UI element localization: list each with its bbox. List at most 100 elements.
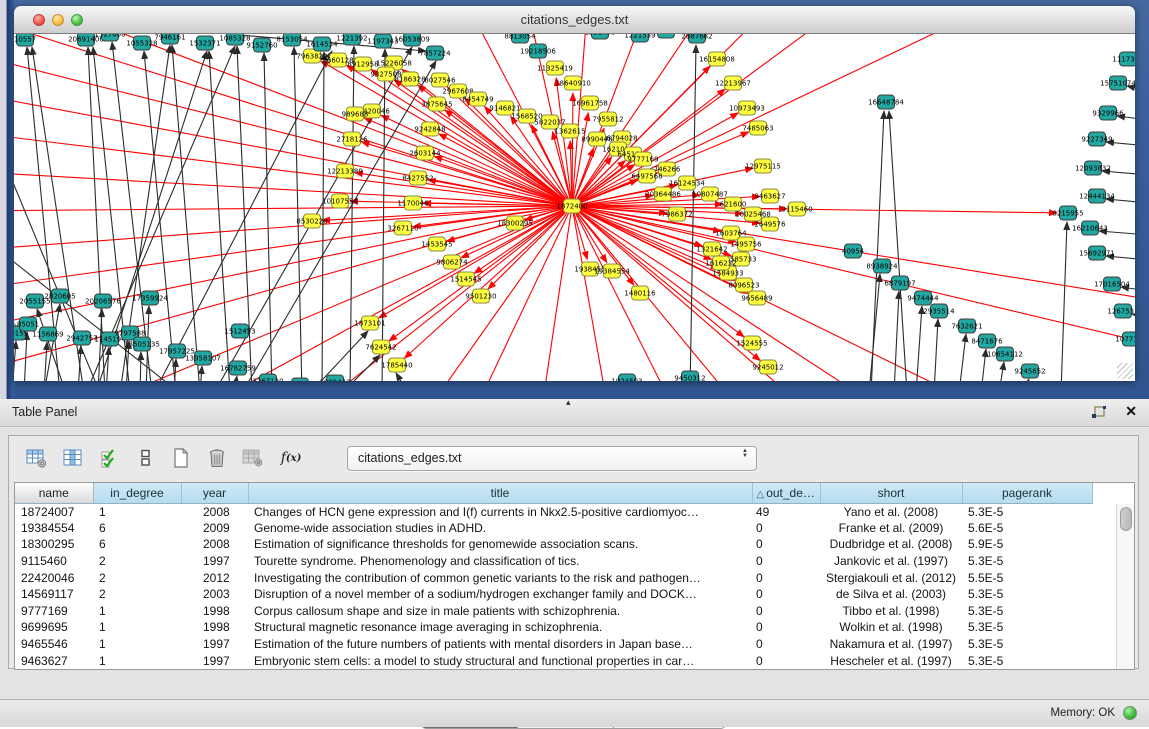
table-selector-dropdown[interactable]: citations_edges.txt▲▼ (347, 446, 757, 471)
graph-node-teal[interactable]: 9474444 (907, 291, 939, 305)
cell-pagerank[interactable]: 5.3E-5 (962, 652, 1092, 669)
table-row[interactable]: 946554611997Estimation of the future num… (15, 636, 1134, 653)
cell-out_de[interactable]: 0 (752, 520, 820, 537)
cell-in_degree[interactable]: 2 (93, 569, 181, 586)
graph-node-yellow[interactable]: 1785440 (381, 358, 412, 372)
column-header-out_de[interactable]: △out_de… (752, 483, 820, 503)
cell-in_degree[interactable]: 1 (93, 652, 181, 669)
network-window-titlebar[interactable]: citations_edges.txt (14, 6, 1135, 34)
cell-short[interactable]: Hescheler et al. (1997) (820, 652, 962, 669)
cell-short[interactable]: Dudbridge et al. (2008) (820, 536, 962, 553)
delete-column-button[interactable] (204, 445, 230, 471)
cell-in_degree[interactable]: 1 (93, 503, 181, 520)
column-header-title[interactable]: title (248, 483, 752, 503)
graph-edge[interactable] (14, 206, 572, 211)
graph-edge[interactable] (234, 376, 237, 381)
cell-pagerank[interactable]: 5.5E-5 (962, 569, 1092, 586)
graph-edge[interactable] (14, 206, 572, 331)
network-graph[interactable]: 7963822966012889129581522605893275088186… (14, 34, 1135, 381)
graph-node-teal[interactable]: 15751074 (1100, 76, 1135, 90)
cell-in_degree[interactable]: 2 (93, 586, 181, 603)
cell-in_degree[interactable]: 6 (93, 520, 181, 537)
cell-in_degree[interactable]: 1 (93, 636, 181, 653)
graph-node-teal[interactable]: 1924503 (611, 374, 642, 381)
cell-title[interactable]: Embryonic stem cells: a model to study s… (248, 652, 752, 669)
cell-in_degree[interactable]: 1 (93, 619, 181, 636)
cell-year[interactable]: 1998 (181, 619, 248, 636)
cell-title[interactable]: Investigating the contribution of common… (248, 569, 752, 586)
graph-node-teal[interactable]: 1512453 (224, 324, 255, 338)
graph-node-teal[interactable]: 17359924 (132, 291, 168, 305)
cell-out_de[interactable]: 0 (752, 536, 820, 553)
graph-node-yellow[interactable]: 9115460 (781, 202, 812, 216)
function-builder-button[interactable]: f(x) (276, 445, 306, 471)
network-canvas[interactable]: 7963822966012889129581522605893275088186… (14, 34, 1135, 381)
graph-node-teal[interactable]: 7946161 (154, 34, 185, 44)
cell-year[interactable]: 2008 (181, 536, 248, 553)
table-row[interactable]: 1456911722003Disruption of a novel membe… (15, 586, 1134, 603)
graph-edge[interactable] (396, 373, 408, 381)
graph-edge[interactable] (14, 51, 572, 206)
graph-edge[interactable] (264, 53, 272, 381)
graph-node-teal[interactable]: 7857224 (419, 46, 451, 60)
graph-node-teal[interactable]: 1055328 (126, 36, 157, 50)
cell-name[interactable]: 14569117 (15, 586, 93, 603)
column-header-in_degree[interactable]: in_degree (93, 483, 181, 503)
row-selection-mode-button[interactable] (132, 445, 158, 471)
cell-title[interactable]: Genome-wide association studies in ADHD. (248, 520, 752, 537)
cell-pagerank[interactable]: 5.3E-5 (962, 553, 1092, 570)
cell-pagerank[interactable]: 5.3E-5 (962, 586, 1092, 603)
table-row[interactable]: 1872400712008Changes of HCN gene express… (15, 503, 1134, 520)
graph-node-teal[interactable]: 16053809 (394, 34, 430, 46)
cell-out_de[interactable]: 0 (752, 553, 820, 570)
memory-ok-indicator[interactable] (1123, 706, 1137, 720)
cell-title[interactable]: Changes of HCN gene expression and I(f) … (248, 503, 752, 520)
graph-node-teal[interactable]: 8153054 (276, 34, 308, 46)
graph-node-yellow[interactable]: 16124534 (669, 176, 705, 190)
vertical-scrollbar[interactable] (1116, 504, 1134, 669)
graph-node-teal[interactable]: 1077105 (1115, 332, 1135, 346)
graph-edge[interactable] (350, 46, 354, 381)
graph-edge[interactable] (294, 47, 302, 381)
graph-node-teal[interactable]: 1552453 (584, 34, 615, 39)
graph-node-teal[interactable]: 16648784 (868, 95, 904, 109)
graph-edge[interactable] (37, 309, 66, 381)
graph-edge[interactable] (86, 46, 235, 381)
table-row[interactable]: 1830029562008Estimation of significance … (15, 536, 1134, 553)
select-all-rows-button[interactable] (96, 445, 122, 471)
column-header-short[interactable]: short (820, 483, 962, 503)
scrollbar-thumb[interactable] (1120, 507, 1132, 531)
cell-out_de[interactable]: 0 (752, 652, 820, 669)
graph-edge[interactable] (14, 151, 100, 381)
graph-edge[interactable] (871, 111, 884, 381)
cell-pagerank[interactable]: 5.3E-5 (962, 503, 1092, 520)
cell-short[interactable]: Nakamura et al. (1997) (820, 636, 962, 653)
graph-edge[interactable] (342, 355, 380, 381)
graph-node-teal[interactable]: 10654112 (987, 347, 1023, 361)
cell-out_de[interactable]: 0 (752, 619, 820, 636)
graph-edge[interactable] (959, 334, 966, 381)
cell-name[interactable]: 9115460 (15, 553, 93, 570)
cell-in_degree[interactable]: 1 (93, 603, 181, 620)
graph-node-yellow[interactable]: 9463627 (754, 189, 785, 203)
graph-node-teal[interactable]: 3267130 (252, 374, 283, 381)
table-row[interactable]: 977716911998Corpus callosum shape and si… (15, 603, 1134, 620)
cell-name[interactable]: 18724007 (15, 503, 93, 520)
cell-out_de[interactable]: 0 (752, 603, 820, 620)
graph-node-teal[interactable]: 2887682 (681, 34, 712, 43)
graph-edge[interactable] (1061, 222, 1067, 381)
graph-edge[interactable] (140, 352, 141, 381)
cell-year[interactable]: 2003 (181, 586, 248, 603)
graph-node-yellow[interactable]: 1480116 (624, 286, 656, 300)
graph-node-yellow[interactable]: 1453545 (421, 237, 452, 251)
graph-node-teal[interactable]: 17016504 (1094, 277, 1130, 291)
graph-node-teal[interactable]: 1117304 (1112, 52, 1135, 66)
graph-node-yellow[interactable]: 3267110 (387, 221, 418, 235)
column-header-year[interactable]: year (181, 483, 248, 503)
graph-node-teal[interactable]: 8813054 (504, 34, 536, 43)
graph-node-teal[interactable]: 8215955 (1052, 206, 1083, 220)
table-row[interactable]: 946362711997Embryonic stem cells: a mode… (15, 652, 1134, 669)
cell-pagerank[interactable]: 5.3E-5 (962, 636, 1092, 653)
column-header-pagerank[interactable]: pagerank (962, 483, 1092, 503)
graph-node-teal[interactable]: 1532371 (189, 36, 220, 50)
